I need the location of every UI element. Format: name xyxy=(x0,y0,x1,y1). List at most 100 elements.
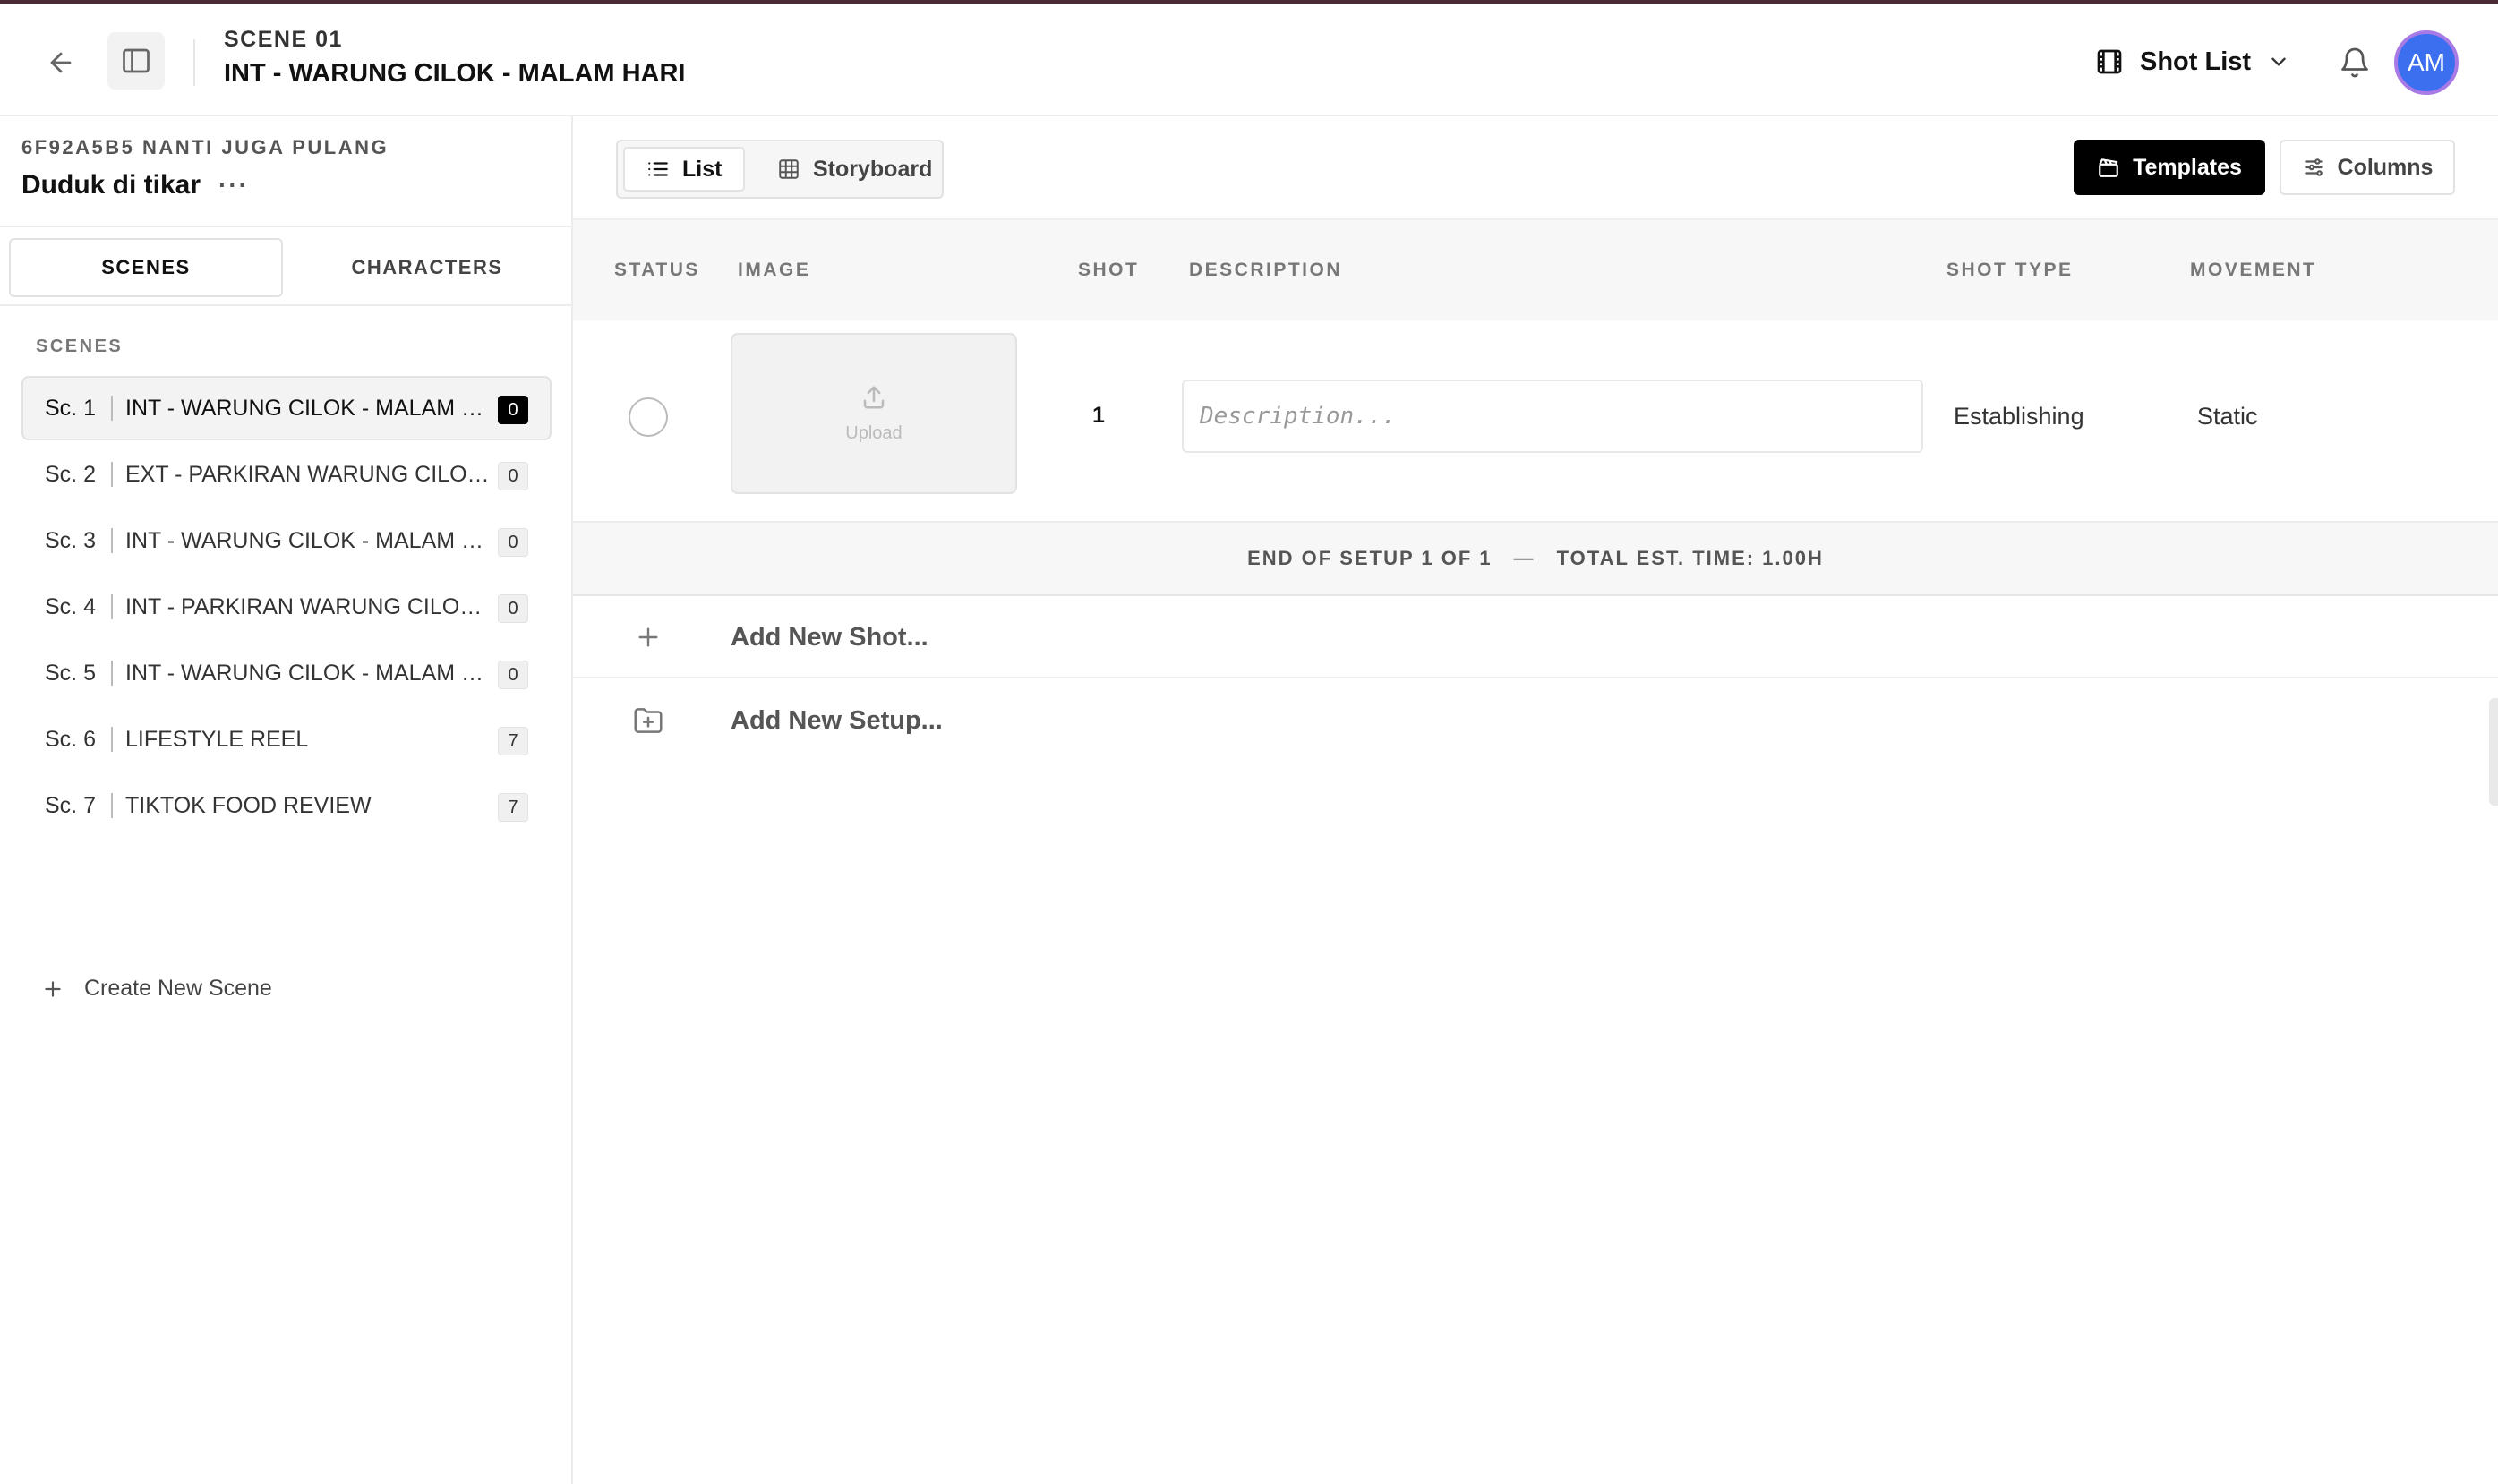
sidebar-toggle-button[interactable] xyxy=(107,32,165,90)
panel-left-icon xyxy=(123,48,150,73)
add-shot-icon-wrap xyxy=(627,616,670,659)
scene-title: INT - WARUNG CILOK - MALAM H... xyxy=(125,660,492,686)
status-toggle[interactable] xyxy=(629,397,668,437)
scene-heading: INT - WARUNG CILOK - MALAM HARI xyxy=(224,59,686,88)
scene-number: Sc. 1 xyxy=(45,395,96,421)
storyboard-view-label: Storyboard xyxy=(813,156,933,182)
list-view-button[interactable]: List xyxy=(623,147,746,192)
shot-type-cell[interactable]: Establishing xyxy=(1954,403,2084,431)
table-header: STATUS IMAGE SHOT DESCRIPTION SHOT TYPE … xyxy=(573,218,2498,320)
scene-title: INT - PARKIRAN WARUNG CILOK ... xyxy=(125,593,492,619)
notifications-button[interactable] xyxy=(2333,41,2376,84)
columns-label: Columns xyxy=(2337,154,2434,180)
scene-number: Sc. 6 xyxy=(45,726,96,752)
grid-icon xyxy=(779,159,799,179)
sidebar: 6F92A5B5 NANTI JUGA PULANG Duduk di tika… xyxy=(0,116,573,1484)
scene-item[interactable]: Sc. 2 EXT - PARKIRAN WARUNG CILOT ... 0 xyxy=(21,442,552,507)
column-header-movement[interactable]: MOVEMENT xyxy=(2190,260,2316,281)
tab-scenes[interactable]: SCENES xyxy=(9,238,283,297)
scene-number: Sc. 3 xyxy=(45,527,96,553)
scene-shot-count: 0 xyxy=(498,396,528,424)
project-name-label: Duduk di tikar xyxy=(21,170,201,200)
scene-number: Sc. 2 xyxy=(45,461,96,487)
scene-separator xyxy=(111,661,113,686)
scene-item[interactable]: Sc. 6 LIFESTYLE REEL 7 xyxy=(21,707,552,772)
main-panel: List Storyboard Templates Columns STATUS… xyxy=(573,116,2498,1484)
scene-shot-count: 0 xyxy=(498,594,528,623)
scrollbar-handle[interactable] xyxy=(2489,698,2498,806)
add-shot-button[interactable]: Add New Shot... xyxy=(573,598,2498,678)
column-header-image[interactable]: IMAGE xyxy=(738,260,810,281)
scene-list: Sc. 1 INT - WARUNG CILOK - MALAM H... 0 … xyxy=(21,376,552,840)
sliders-icon xyxy=(2304,158,2323,176)
scene-shot-count: 7 xyxy=(498,727,528,755)
scene-title: EXT - PARKIRAN WARUNG CILOT ... xyxy=(125,461,492,487)
scene-number: Sc. 5 xyxy=(45,660,96,686)
film-icon xyxy=(2097,49,2122,74)
add-shot-label: Add New Shot... xyxy=(731,622,928,652)
image-upload-button[interactable]: Upload xyxy=(731,333,1017,494)
scene-item[interactable]: Sc. 4 INT - PARKIRAN WARUNG CILOK ... 0 xyxy=(21,575,552,639)
description-input[interactable] xyxy=(1182,380,1923,453)
scene-item[interactable]: Sc. 5 INT - WARUNG CILOK - MALAM H... 0 xyxy=(21,641,552,705)
movement-cell[interactable]: Static xyxy=(2197,403,2258,431)
templates-label: Templates xyxy=(2133,154,2242,180)
user-avatar[interactable]: AM xyxy=(2394,30,2459,95)
scene-label: SCENE 01 xyxy=(224,27,343,52)
scene-title: TIKTOK FOOD REVIEW xyxy=(125,792,372,818)
scene-separator xyxy=(111,727,113,752)
column-header-status[interactable]: STATUS xyxy=(614,260,700,281)
templates-button[interactable]: Templates xyxy=(2074,140,2265,195)
app-header: SCENE 01 INT - WARUNG CILOK - MALAM HARI… xyxy=(0,4,2498,116)
list-icon xyxy=(648,162,668,176)
view-toggle: List Storyboard xyxy=(616,140,944,199)
more-options-icon[interactable]: ··· xyxy=(218,171,249,200)
upload-icon xyxy=(863,386,885,408)
scene-item[interactable]: Sc. 3 INT - WARUNG CILOK - MALAM H... 0 xyxy=(21,508,552,573)
setup-footer-separator: — xyxy=(1513,547,1536,569)
back-button[interactable] xyxy=(39,41,82,84)
scene-separator xyxy=(111,793,113,818)
upload-label: Upload xyxy=(845,422,903,443)
tab-characters[interactable]: CHARACTERS xyxy=(290,238,564,297)
list-view-label: List xyxy=(682,156,723,182)
sidebar-tabs: SCENES CHARACTERS xyxy=(0,226,571,306)
column-header-shot-type[interactable]: SHOT TYPE xyxy=(1946,260,2074,281)
scene-item[interactable]: Sc. 1 INT - WARUNG CILOK - MALAM H... 0 xyxy=(21,376,552,440)
add-setup-button[interactable]: Add New Setup... xyxy=(573,680,2498,761)
bell-icon xyxy=(2341,47,2368,78)
shot-number: 1 xyxy=(1092,403,1105,428)
scene-shot-count: 7 xyxy=(498,793,528,822)
project-id: 6F92A5B5 NANTI JUGA PULANG xyxy=(21,136,389,158)
scene-number: Sc. 4 xyxy=(45,593,96,619)
scene-shot-count: 0 xyxy=(498,528,528,557)
scene-number: Sc. 7 xyxy=(45,792,96,818)
column-header-shot[interactable]: SHOT xyxy=(1078,260,1139,281)
folder-plus-icon xyxy=(634,708,663,733)
scene-separator xyxy=(111,396,113,421)
column-header-description[interactable]: DESCRIPTION xyxy=(1189,260,1342,281)
header-divider xyxy=(193,39,195,86)
scene-item[interactable]: Sc. 7 TIKTOK FOOD REVIEW 7 xyxy=(21,773,552,838)
clapperboard-icon xyxy=(2099,158,2118,177)
scene-title: INT - WARUNG CILOK - MALAM H... xyxy=(125,395,492,421)
add-setup-label: Add New Setup... xyxy=(731,705,943,735)
scene-separator xyxy=(111,594,113,619)
arrow-left-icon xyxy=(50,52,72,73)
plus-icon xyxy=(638,627,658,647)
setup-count: END OF SETUP 1 OF 1 xyxy=(1247,547,1493,569)
view-dropdown[interactable]: Shot List xyxy=(2095,39,2290,84)
project-name: Duduk di tikar ··· xyxy=(21,170,249,200)
plus-icon xyxy=(45,980,61,997)
view-dropdown-label: Shot List xyxy=(2140,47,2252,76)
storyboard-view-button[interactable]: Storyboard xyxy=(756,147,954,192)
table-row: Upload 1 Establishing Static xyxy=(573,320,2498,521)
columns-button[interactable]: Columns xyxy=(2280,140,2455,195)
scene-title: LIFESTYLE REEL xyxy=(125,726,309,752)
scene-shot-count: 0 xyxy=(498,661,528,689)
total-est-time: TOTAL EST. TIME: 1.00H xyxy=(1556,547,1824,569)
scenes-caption: SCENES xyxy=(36,337,124,356)
create-scene-label: Create New Scene xyxy=(84,976,272,1001)
create-scene-button[interactable]: Create New Scene xyxy=(41,976,272,1002)
add-setup-icon-wrap xyxy=(627,699,670,742)
